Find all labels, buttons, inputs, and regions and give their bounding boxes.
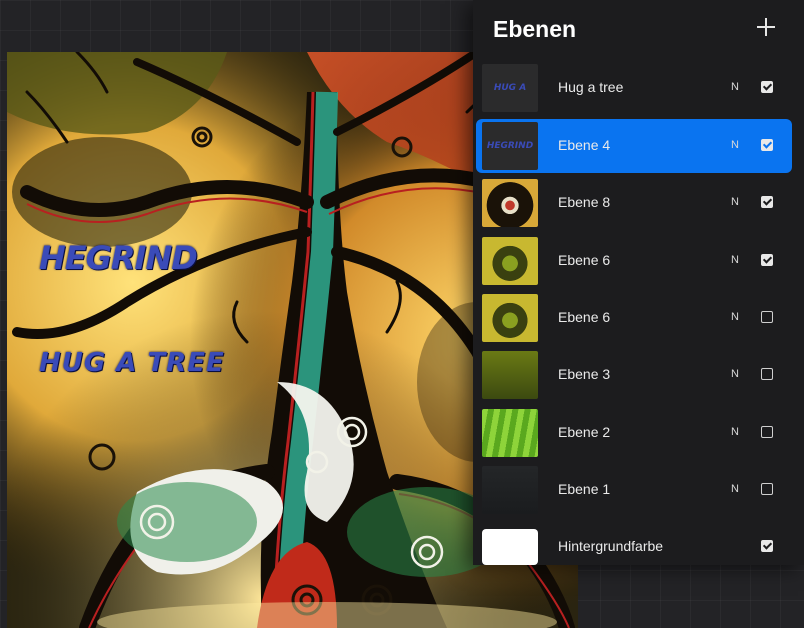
layer-thumbnail[interactable] [482,237,538,285]
layer-row[interactable]: Ebene 2 N [476,406,792,460]
layer-name: Ebene 6 [558,309,611,325]
blend-mode-button[interactable]: N [731,254,739,266]
visibility-checkbox[interactable] [761,311,773,323]
blend-mode-button[interactable]: N [731,139,739,151]
layer-name: Ebene 4 [558,137,611,153]
thumbnail-text: HEGRIND [486,141,534,151]
watermark-logo: HEGRIND [39,239,198,277]
layer-thumbnail[interactable] [482,179,538,227]
visibility-checkbox[interactable] [761,196,773,208]
layer-row[interactable]: Ebene 1 N [476,463,792,517]
visibility-checkbox[interactable] [761,81,773,93]
visibility-checkbox[interactable] [761,540,773,552]
visibility-checkbox[interactable] [761,426,773,438]
visibility-checkbox[interactable] [761,139,773,151]
layer-name: Ebene 8 [558,194,611,210]
layer-thumbnail[interactable] [482,409,538,457]
watermark-slogan: HUG A TREE [39,348,225,378]
layer-name: Ebene 3 [558,366,611,382]
visibility-checkbox[interactable] [761,368,773,380]
layer-thumbnail[interactable] [482,294,538,342]
blend-mode-button[interactable]: N [731,311,739,323]
layers-panel: Ebenen HUG A TREE Hug a tree N HEGRIND Ebene… [473,0,804,565]
layer-name: Ebene 2 [558,424,611,440]
visibility-checkbox[interactable] [761,483,773,495]
layer-row[interactable]: Ebene 3 N [476,348,792,402]
layer-row[interactable]: Ebene 6 N [476,291,792,345]
layer-row[interactable]: HUG A TREE Hug a tree N [476,61,792,115]
layer-name: Hug a tree [558,79,624,95]
layer-thumbnail[interactable]: HUG A TREE [482,64,538,112]
blend-mode-button[interactable]: N [731,81,739,93]
layer-row[interactable]: Hintergrundfarbe [476,520,792,574]
layer-row[interactable]: Ebene 6 N [476,234,792,288]
layer-thumbnail[interactable] [482,529,538,565]
blend-mode-button[interactable]: N [731,368,739,380]
layer-thumbnail[interactable]: HEGRIND [482,122,538,170]
layer-thumbnail[interactable] [482,466,538,514]
thumbnail-text: HUG A TREE [493,83,527,93]
blend-mode-button[interactable]: N [731,483,739,495]
visibility-checkbox[interactable] [761,254,773,266]
layer-row[interactable]: Ebene 8 N [476,176,792,230]
blend-mode-button[interactable]: N [731,196,739,208]
layer-thumbnail[interactable] [482,351,538,399]
add-layer-button[interactable] [753,14,779,40]
layer-row[interactable]: HEGRIND Ebene 4 N [476,119,792,173]
panel-title: Ebenen [493,16,577,42]
layer-name: Ebene 1 [558,481,611,497]
layer-name: Ebene 6 [558,252,611,268]
layer-name: Hintergrundfarbe [558,538,664,554]
blend-mode-button[interactable]: N [731,426,739,438]
